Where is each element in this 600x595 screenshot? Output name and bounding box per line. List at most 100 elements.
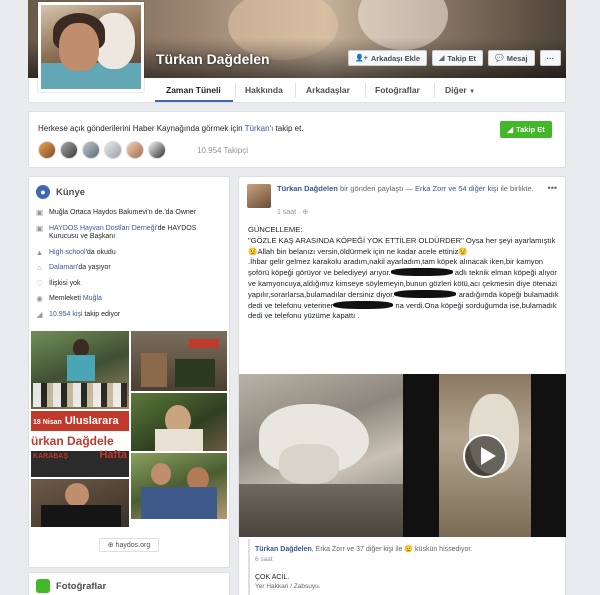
shared-post-title: ÇOK ACİL. xyxy=(255,574,290,581)
avatar[interactable] xyxy=(60,141,78,159)
shared-post-timestamp[interactable]: 6 saat xyxy=(255,556,273,563)
intro-row-link[interactable]: HAYDOS Hayvan Dostları Derneği xyxy=(49,225,156,232)
post-photo-detail xyxy=(239,484,403,537)
avatar[interactable] xyxy=(82,141,100,159)
intro-row-text: takip ediyor xyxy=(82,310,121,318)
post-text-line: .İhbar gelir gelmez karakolu aradım,naki… xyxy=(248,257,560,322)
post-tagged[interactable]: Erka Zorr ve 54 diğer kişi xyxy=(415,184,498,193)
website-label: haydos.org xyxy=(115,541,151,549)
featured-photo[interactable] xyxy=(131,393,227,451)
event-banner-line: 18 Nisan Uluslarara xyxy=(31,411,129,431)
play-icon[interactable] xyxy=(463,434,507,478)
briefcase-icon: ▣ xyxy=(35,208,44,217)
post-time-label: 1 saat xyxy=(277,209,297,216)
shared-post-location: Yer Hakkari / Zabsuyu. xyxy=(255,583,321,590)
tab-more[interactable]: Diğer ▼ xyxy=(445,78,475,102)
featured-photo-detail xyxy=(155,429,203,451)
post-timestamp[interactable]: 1 saat · ⊕ xyxy=(277,208,308,216)
intro-row-text: İlişkisi yok xyxy=(49,279,81,287)
post-author[interactable]: Türkan Dağdelen xyxy=(277,184,338,193)
intro-row-text: Memleketi xyxy=(49,295,83,302)
redaction-mark xyxy=(333,300,394,309)
reaction-feeling: 😟 küskün hissediyor. xyxy=(404,546,473,553)
avatar[interactable] xyxy=(148,141,166,159)
event-banner-photo[interactable]: 18 Nisan Uluslarara ürkan Dağdele KARABA… xyxy=(31,411,129,477)
post-header: Türkan Dağdelen bir gönderi paylaştı — E… xyxy=(277,184,539,194)
school-icon: ▲ xyxy=(35,247,44,257)
follower-count: 10.954 Takipçi xyxy=(197,146,248,155)
featured-photo[interactable] xyxy=(31,479,129,527)
message-label: Mesaj xyxy=(506,53,528,63)
active-tab-indicator xyxy=(155,100,233,102)
reaction-summary: Türkan Dağdelen, Erka Zorr ve 37 diğer k… xyxy=(255,545,565,554)
avatar[interactable] xyxy=(247,184,271,208)
messenger-icon: 💬 xyxy=(495,55,504,62)
intro-row-followers: ◢ 10.954 kişi takip ediyor xyxy=(35,310,225,320)
tab-more-label: Diğer xyxy=(445,85,467,95)
nav-divider xyxy=(365,83,366,97)
follow-button[interactable]: ◢ Takip Et xyxy=(432,50,484,66)
post-tagged-suffix: ile birlikte. xyxy=(498,184,534,193)
follow-prompt-text: Herkese açık gönderilerini Haber Kaynağı… xyxy=(38,124,245,133)
briefcase-icon: ▣ xyxy=(35,223,44,233)
tab-friends[interactable]: Arkadaşlar xyxy=(306,78,350,102)
photos-card: Fotoğraflar xyxy=(28,572,230,595)
follow-prompt-link[interactable]: Türkan'ı xyxy=(245,124,274,133)
intro-row-text: 'da yaşıyor xyxy=(77,264,111,271)
featured-photo-detail xyxy=(175,359,215,387)
profile-name[interactable]: Türkan Dağdelen xyxy=(156,51,270,67)
intro-row-link[interactable]: Dalaman xyxy=(49,264,77,271)
post-video[interactable] xyxy=(403,374,566,537)
follow-card: Herkese açık gönderilerini Haber Kaynağı… xyxy=(28,111,566,168)
post-text-line: GÜNCELLEME: xyxy=(248,225,303,234)
more-button[interactable]: ··· xyxy=(539,50,562,66)
follow-prompt-text: takip et. xyxy=(273,124,304,133)
reaction-author[interactable]: Türkan Dağdelen xyxy=(255,546,312,553)
follow-card-button[interactable]: ◢ Takip Et xyxy=(500,121,552,138)
featured-photo[interactable] xyxy=(131,331,227,391)
avatar[interactable] xyxy=(38,141,56,159)
tab-photos[interactable]: Fotoğraflar xyxy=(375,78,420,102)
shared-divider xyxy=(248,539,250,595)
post-options-icon[interactable]: ••• xyxy=(548,183,557,193)
intro-row-work: ▣ Muğla Ortaca Haydos Bakımevi'n de.'da … xyxy=(35,208,225,218)
avatar[interactable] xyxy=(126,141,144,159)
featured-photos: 18 Nisan Uluslarara ürkan Dağdele KARABA… xyxy=(31,331,227,557)
photos-header: Fotoğraflar xyxy=(36,579,106,593)
tab-about[interactable]: Hakkında xyxy=(245,78,283,102)
intro-row-link[interactable]: Muğla xyxy=(83,295,102,302)
featured-photo-detail xyxy=(141,487,217,519)
intro-row-link[interactable]: High school xyxy=(49,249,86,256)
intro-row-link[interactable]: 10.954 kişi xyxy=(49,311,82,318)
website-link[interactable]: ⊕ haydos.org xyxy=(99,538,159,552)
nav-divider xyxy=(434,83,435,97)
featured-photo-detail xyxy=(67,355,95,381)
tab-timeline[interactable]: Zaman Tüneli xyxy=(166,78,221,102)
intro-row-text: 'da okudu xyxy=(85,248,116,256)
event-banner-title: Uluslarara xyxy=(64,415,119,427)
follow-label: Takip Et xyxy=(447,53,477,63)
featured-photo-detail xyxy=(65,483,89,507)
featured-photo-detail xyxy=(151,463,171,485)
globe-icon: ⊕ xyxy=(107,542,114,549)
profile-picture[interactable] xyxy=(38,2,144,92)
add-friend-button[interactable]: 👤+ Arkadaşı Ekle xyxy=(348,50,428,66)
photos-title[interactable]: Fotoğraflar xyxy=(56,581,106,592)
event-banner-sub: KARABAŞ xyxy=(33,453,68,460)
home-icon: ⌂ xyxy=(37,263,42,272)
follower-avatars xyxy=(38,141,166,159)
intro-row-lives: ⌂ Dalaman'da yaşıyor xyxy=(35,263,225,273)
message-button[interactable]: 💬 Mesaj xyxy=(488,50,535,66)
nav-divider xyxy=(235,83,236,97)
add-friend-icon: 👤+ xyxy=(355,55,368,62)
nav-divider xyxy=(295,83,296,97)
redaction-mark xyxy=(390,268,453,277)
featured-photo[interactable] xyxy=(31,331,129,409)
featured-photo[interactable] xyxy=(131,453,227,519)
timeline-post: Türkan Dağdelen bir gönderi paylaştı — E… xyxy=(238,176,566,595)
avatar[interactable] xyxy=(104,141,122,159)
featured-photo-detail xyxy=(41,505,121,527)
featured-photo-detail xyxy=(189,339,219,348)
heart-icon: ♡ xyxy=(36,278,43,288)
post-photo[interactable] xyxy=(239,374,403,537)
